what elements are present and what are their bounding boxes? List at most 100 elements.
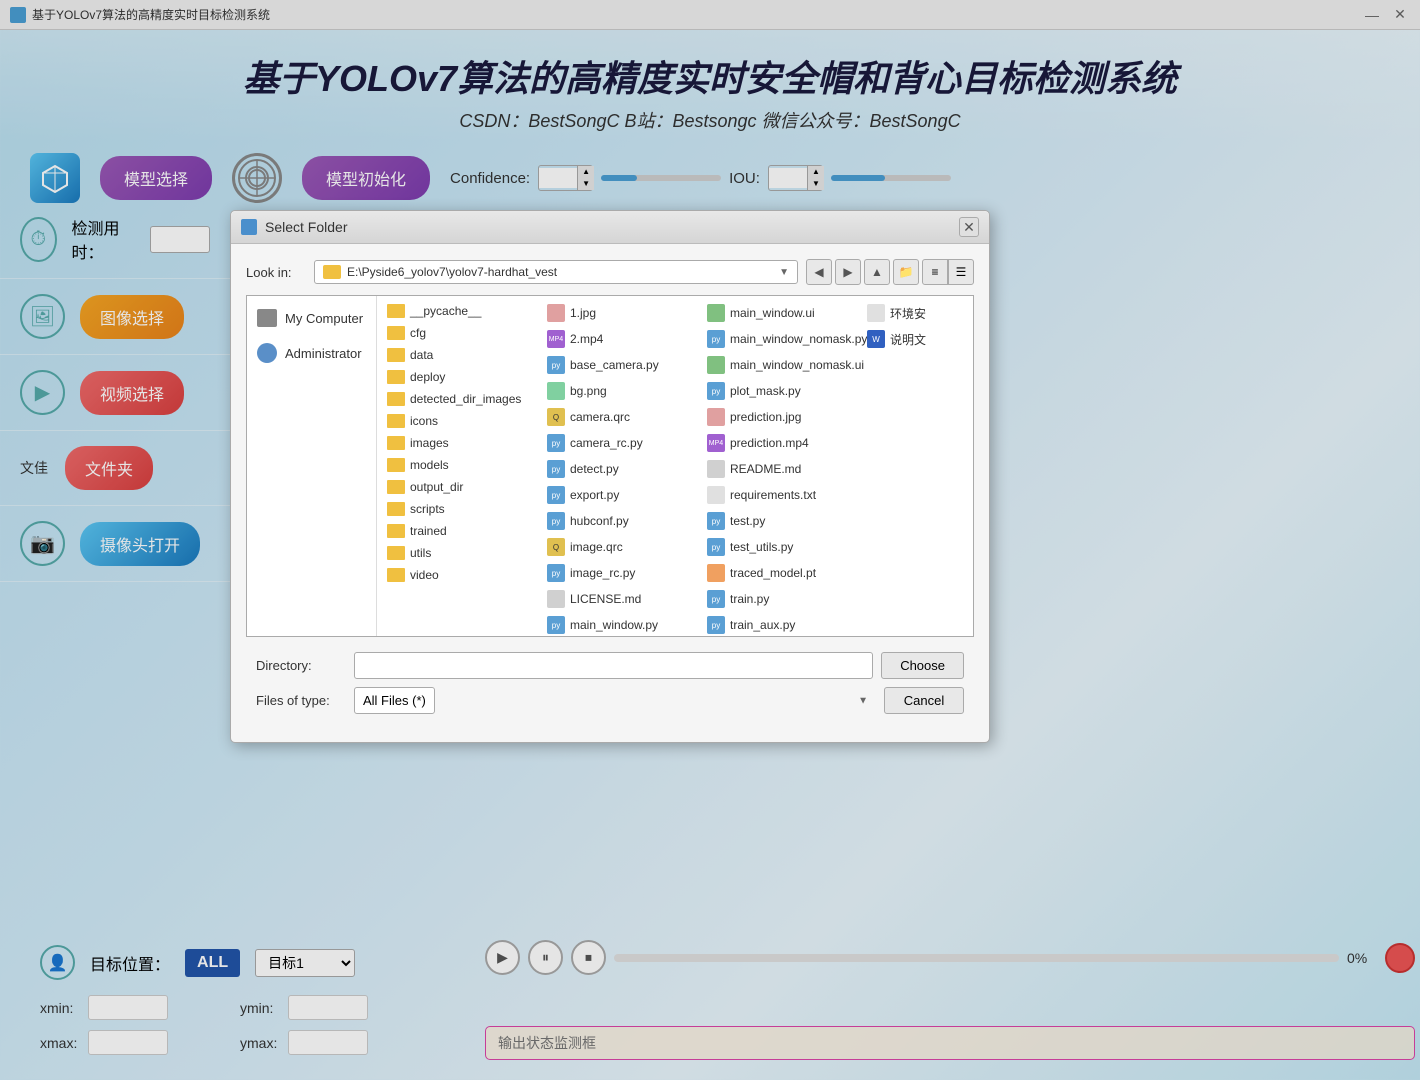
file-main-window[interactable]: py main_window.py [542, 613, 702, 636]
file-name: icons [410, 414, 438, 428]
py-icon: py [547, 434, 565, 452]
file-name: detect.py [570, 462, 619, 476]
file-bg-png[interactable]: bg.png [542, 379, 702, 403]
md-icon [547, 590, 565, 608]
file-output-dir[interactable]: output_dir [382, 477, 542, 497]
cancel-button[interactable]: Cancel [884, 687, 964, 714]
file-2mp4[interactable]: MP4 2.mp4 [542, 327, 702, 351]
file-models[interactable]: models [382, 455, 542, 475]
pt-icon [707, 564, 725, 582]
file-cfg[interactable]: cfg [382, 323, 542, 343]
folder-icon [387, 304, 405, 318]
file-data[interactable]: data [382, 345, 542, 365]
file-detect[interactable]: py detect.py [542, 457, 702, 481]
file-camera-rc[interactable]: py camera_rc.py [542, 431, 702, 455]
directory-input[interactable] [354, 652, 873, 679]
nav-create-folder-button[interactable]: 📁 [893, 259, 919, 285]
file-prediction-mp4[interactable]: MP4 prediction.mp4 [702, 431, 862, 455]
file-name: 1.jpg [570, 306, 596, 320]
file-image-qrc[interactable]: Q image.qrc [542, 535, 702, 559]
filetype-label: Files of type: [256, 693, 346, 708]
folder-icon-small [323, 265, 341, 279]
folder-icon [387, 458, 405, 472]
choose-button[interactable]: Choose [881, 652, 964, 679]
files-col-2: 1.jpg MP4 2.mp4 py base_camera.py [542, 301, 702, 636]
file-test-utils[interactable]: py test_utils.py [702, 535, 862, 559]
file-name: plot_mask.py [730, 384, 801, 398]
nav-up-button[interactable]: ▲ [864, 259, 890, 285]
folder-icon [387, 370, 405, 384]
look-in-path: E:\Pyside6_yolov7\yolov7-hardhat_vest [347, 265, 779, 279]
file-train[interactable]: py train.py [702, 587, 862, 611]
file-plot-mask[interactable]: py plot_mask.py [702, 379, 862, 403]
jpg-icon [547, 304, 565, 322]
file-main-window-nomask-py[interactable]: py main_window_nomask.py [702, 327, 862, 351]
files-pane[interactable]: __pycache__ cfg data [377, 296, 973, 636]
ui-icon [707, 356, 725, 374]
dialog-body: Look in: E:\Pyside6_yolov7\yolov7-hardha… [231, 244, 989, 742]
file-1jpg[interactable]: 1.jpg [542, 301, 702, 325]
file-utils[interactable]: utils [382, 543, 542, 563]
sidebar-item-administrator[interactable]: Administrator [247, 335, 376, 371]
view-list-button[interactable]: ≡ [922, 259, 948, 285]
file-test[interactable]: py test.py [702, 509, 862, 533]
file-name: train.py [730, 592, 769, 606]
file-camera-qrc[interactable]: Q camera.qrc [542, 405, 702, 429]
file-icons[interactable]: icons [382, 411, 542, 431]
md-icon [707, 460, 725, 478]
files-col-4: 环境安 W 说明文 [862, 301, 973, 636]
file-base-camera[interactable]: py base_camera.py [542, 353, 702, 377]
file-main-window-ui[interactable]: main_window.ui [702, 301, 862, 325]
mp4-icon: MP4 [547, 330, 565, 348]
file-name: data [410, 348, 433, 362]
file-name: trained [410, 524, 447, 538]
nav-buttons: ◀ ▶ ▲ 📁 ≡ ☰ [806, 259, 974, 285]
look-in-row: Look in: E:\Pyside6_yolov7\yolov7-hardha… [246, 259, 974, 285]
file-detected-dir[interactable]: detected_dir_images [382, 389, 542, 409]
file-requirements[interactable]: requirements.txt [702, 483, 862, 507]
file-export[interactable]: py export.py [542, 483, 702, 507]
py-icon: py [707, 590, 725, 608]
nav-back-button[interactable]: ◀ [806, 259, 832, 285]
file-pycache[interactable]: __pycache__ [382, 301, 542, 321]
folder-icon [387, 524, 405, 538]
select-folder-dialog: Select Folder ✕ Look in: E:\Pyside6_yolo… [230, 210, 990, 743]
file-traced-model[interactable]: traced_model.pt [702, 561, 862, 585]
look-in-combo[interactable]: E:\Pyside6_yolov7\yolov7-hardhat_vest ▼ [314, 260, 798, 284]
file-readme[interactable]: README.md [702, 457, 862, 481]
nav-forward-button[interactable]: ▶ [835, 259, 861, 285]
file-name: utils [410, 546, 431, 560]
ui-icon [707, 304, 725, 322]
file-trained[interactable]: trained [382, 521, 542, 541]
file-huanjing[interactable]: 环境安 [862, 301, 973, 325]
file-name: hubconf.py [570, 514, 629, 528]
dialog-icon [241, 219, 257, 235]
mp4-icon: MP4 [707, 434, 725, 452]
qrc-icon: Q [547, 538, 565, 556]
file-license[interactable]: LICENSE.md [542, 587, 702, 611]
view-details-button[interactable]: ☰ [948, 259, 974, 285]
dialog-close-button[interactable]: ✕ [959, 217, 979, 237]
png-icon [547, 382, 565, 400]
py-icon: py [707, 330, 725, 348]
user-icon [257, 343, 277, 363]
file-images[interactable]: images [382, 433, 542, 453]
file-name: __pycache__ [410, 304, 481, 318]
folder-icon [387, 480, 405, 494]
sidebar-item-mycomputer[interactable]: My Computer [247, 301, 376, 335]
file-name: models [410, 458, 449, 472]
file-prediction-jpg[interactable]: prediction.jpg [702, 405, 862, 429]
file-name: main_window.py [570, 618, 658, 632]
qrc-icon: Q [547, 408, 565, 426]
file-video[interactable]: video [382, 565, 542, 585]
file-image-rc[interactable]: py image_rc.py [542, 561, 702, 585]
filetype-select[interactable]: All Files (*) [354, 687, 435, 714]
file-deploy[interactable]: deploy [382, 367, 542, 387]
file-hubconf[interactable]: py hubconf.py [542, 509, 702, 533]
file-train-aux[interactable]: py train_aux.py [702, 613, 862, 636]
file-name: base_camera.py [570, 358, 659, 372]
file-main-window-nomask-ui[interactable]: main_window_nomask.ui [702, 353, 862, 377]
file-scripts[interactable]: scripts [382, 499, 542, 519]
file-shuoming[interactable]: W 说明文 [862, 327, 973, 351]
folder-icon [387, 568, 405, 582]
